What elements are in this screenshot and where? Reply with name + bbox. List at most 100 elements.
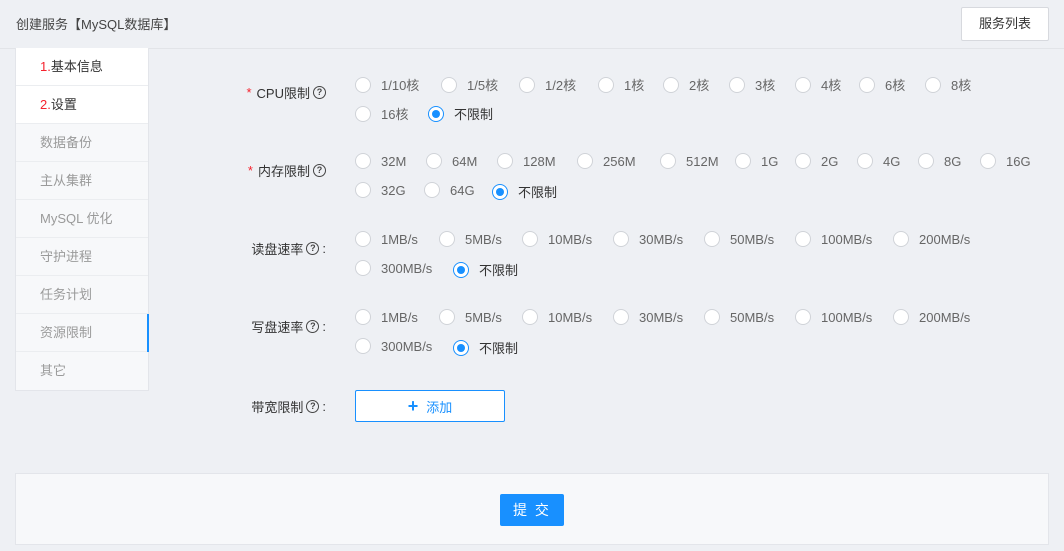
radio-label: 100MB/s	[821, 231, 873, 247]
radio-circle	[424, 182, 440, 198]
read-rate-option[interactable]: 1MB/s	[355, 231, 418, 247]
radio-circle	[355, 182, 371, 198]
memory-option[interactable]: 8G	[918, 153, 961, 169]
step-label: 守护进程	[40, 249, 93, 264]
write-rate-option[interactable]: 1MB/s	[355, 309, 418, 325]
help-icon[interactable]: ?	[306, 319, 320, 333]
radio-label: 32G	[381, 182, 406, 198]
radio-label: 64M	[452, 153, 478, 169]
step-item[interactable]: 数据备份	[16, 124, 148, 162]
read-rate-option[interactable]: 50MB/s	[704, 231, 774, 247]
memory-option[interactable]: 不限制	[492, 182, 557, 201]
radio-circle	[663, 76, 679, 93]
read-rate-option[interactable]: 100MB/s	[795, 231, 872, 247]
cpu-option[interactable]: 3核	[729, 75, 775, 94]
radio-circle	[795, 309, 811, 325]
add-bandwidth-label: 添加	[426, 399, 453, 415]
radio-circle	[598, 76, 614, 93]
step-item[interactable]: MySQL 优化	[16, 200, 148, 238]
help-icon[interactable]: ?	[306, 399, 320, 413]
cpu-label: * CPU限制?	[228, 83, 326, 101]
memory-option[interactable]: 256M	[577, 153, 636, 169]
cpu-option[interactable]: 6核	[859, 75, 905, 94]
memory-option[interactable]: 128M	[497, 153, 556, 169]
submit-button[interactable]: 提 交	[500, 494, 564, 526]
radio-label: 30MB/s	[639, 309, 684, 325]
radio-label: 1/5核	[467, 78, 499, 93]
memory-option[interactable]: 32G	[355, 182, 406, 198]
help-icon[interactable]: ?	[313, 85, 326, 99]
memory-option[interactable]: 2G	[795, 153, 838, 169]
radio-label: 5MB/s	[465, 231, 502, 247]
write-rate-option[interactable]: 10MB/s	[522, 309, 592, 325]
radio-circle	[613, 231, 629, 247]
write-rate-option[interactable]: 100MB/s	[795, 309, 872, 325]
memory-option[interactable]: 16G	[980, 153, 1031, 169]
label-colon: :	[322, 398, 326, 414]
service-list-button[interactable]: 服务列表	[961, 7, 1049, 41]
radio-circle	[522, 309, 538, 325]
radio-label: 30MB/s	[639, 231, 684, 247]
memory-option[interactable]: 64M	[426, 153, 477, 169]
cpu-option[interactable]: 4核	[795, 75, 841, 94]
read-rate-option[interactable]: 不限制	[453, 260, 518, 279]
memory-option[interactable]: 32M	[355, 153, 406, 169]
radio-circle	[795, 76, 811, 93]
cpu-option[interactable]: 1核	[598, 75, 644, 94]
memory-option[interactable]: 512M	[660, 153, 719, 169]
help-icon[interactable]: ?	[313, 163, 326, 177]
step-item[interactable]: 1.基本信息	[16, 48, 148, 86]
cpu-option[interactable]: 1/5核	[441, 75, 498, 94]
write-rate-option[interactable]: 不限制	[453, 338, 518, 357]
field-label-text: 内存限制	[257, 163, 310, 179]
radio-circle	[729, 76, 745, 93]
read-rate-option[interactable]: 5MB/s	[439, 231, 502, 247]
write-rate-option[interactable]: 50MB/s	[704, 309, 774, 325]
step-item[interactable]: 2.设置	[16, 86, 148, 124]
step-item[interactable]: 资源限制	[16, 314, 149, 352]
read-rate-option[interactable]: 200MB/s	[893, 231, 970, 247]
plus-icon: +	[407, 396, 419, 416]
cpu-option[interactable]: 16核	[355, 104, 408, 123]
cpu-option[interactable]: 1/10核	[355, 75, 419, 94]
cpu-option[interactable]: 不限制	[428, 104, 493, 123]
write-rate-option[interactable]: 200MB/s	[893, 309, 970, 325]
read-rate-option[interactable]: 30MB/s	[613, 231, 683, 247]
write-rate-option[interactable]: 5MB/s	[439, 309, 502, 325]
radio-circle	[428, 105, 444, 122]
radio-circle	[795, 153, 811, 169]
memory-option[interactable]: 64G	[424, 182, 475, 198]
cpu-option[interactable]: 8核	[925, 75, 971, 94]
step-item[interactable]: 守护进程	[16, 238, 148, 276]
radio-label: 6核	[885, 78, 906, 93]
step-item[interactable]: 其它	[16, 352, 148, 390]
cpu-option[interactable]: 2核	[663, 75, 709, 94]
write-rate-option[interactable]: 300MB/s	[355, 338, 432, 354]
radio-circle	[704, 309, 720, 325]
radio-label: 256M	[603, 153, 636, 169]
memory-option[interactable]: 1G	[735, 153, 778, 169]
step-label: 任务计划	[40, 287, 93, 302]
memory-option[interactable]: 4G	[857, 153, 900, 169]
radio-circle	[613, 309, 629, 325]
radio-circle	[355, 231, 371, 247]
radio-label: 32M	[381, 153, 407, 169]
step-label: 基本信息	[50, 59, 103, 74]
radio-circle	[441, 76, 457, 93]
help-icon[interactable]: ?	[306, 241, 320, 255]
read-rate-option[interactable]: 300MB/s	[355, 260, 432, 276]
required-mark: *	[246, 84, 252, 100]
radio-circle	[522, 231, 538, 247]
page-title: 创建服务【MySQL数据库】	[16, 17, 177, 32]
cpu-option[interactable]: 1/2核	[519, 75, 576, 94]
step-item[interactable]: 任务计划	[16, 276, 148, 314]
radio-circle	[893, 309, 909, 325]
memory-label: * 内存限制?	[228, 161, 326, 179]
radio-label: 3核	[755, 78, 776, 93]
radio-circle	[497, 153, 513, 169]
step-item[interactable]: 主从集群	[16, 162, 148, 200]
add-bandwidth-button[interactable]: + 添加	[355, 390, 505, 422]
radio-label: 1/2核	[545, 78, 577, 93]
write-rate-option[interactable]: 30MB/s	[613, 309, 683, 325]
read-rate-option[interactable]: 10MB/s	[522, 231, 592, 247]
